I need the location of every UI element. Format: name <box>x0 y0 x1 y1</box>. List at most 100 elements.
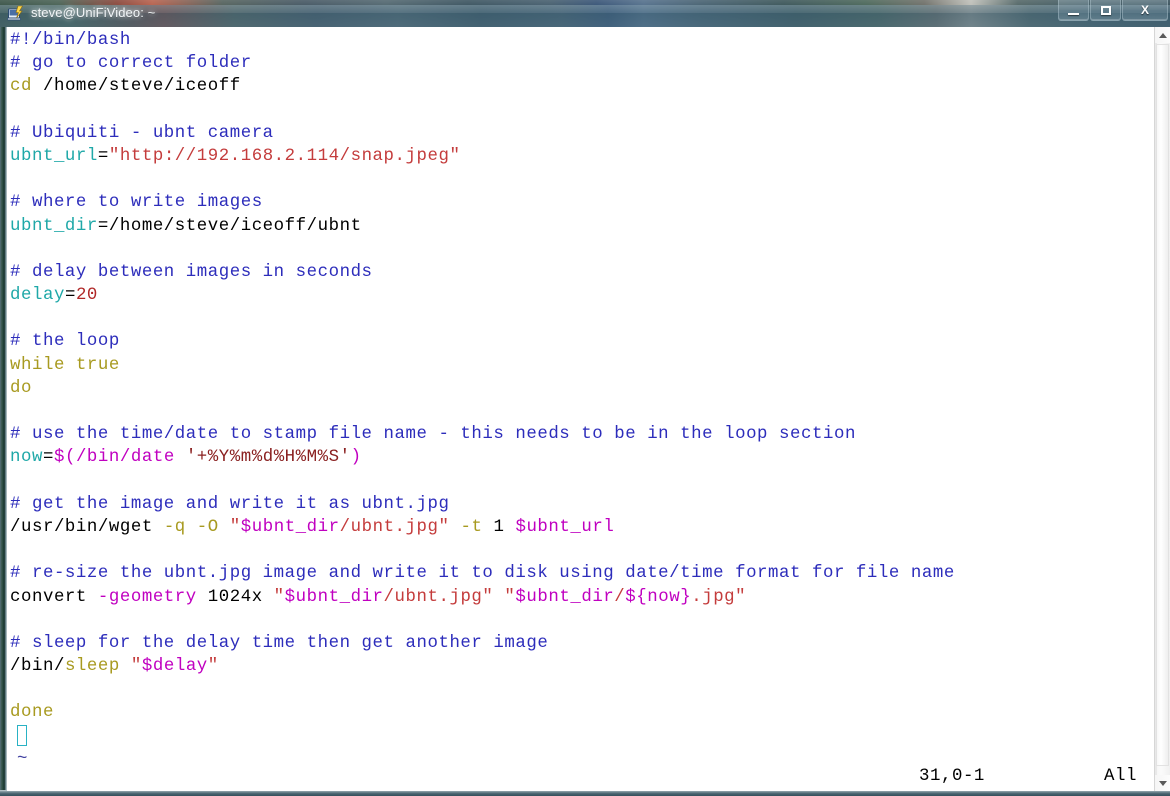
code-token: cd <box>10 77 32 96</box>
code-line: ubnt_url="http://192.168.2.114/snap.jpeg… <box>10 145 1154 168</box>
code-token: " <box>274 588 285 607</box>
code-token: # sleep for the delay time then get anot… <box>10 634 548 653</box>
code-line: do <box>10 377 1154 400</box>
window-titlebar[interactable]: steve@UniFiVideo: ~ X <box>0 0 1170 28</box>
maximize-button[interactable] <box>1090 0 1121 21</box>
code-token: # re-size the ubnt.jpg image and write i… <box>10 564 955 583</box>
code-line <box>10 99 1154 122</box>
code-token: " <box>208 657 219 676</box>
code-token: delay <box>10 286 65 305</box>
code-token: # where to write images <box>10 193 263 212</box>
text-cursor <box>17 725 27 746</box>
code-token <box>120 657 131 676</box>
code-token: /usr/bin/wget <box>10 518 164 537</box>
close-button[interactable]: X <box>1122 0 1168 21</box>
scroll-down-button[interactable] <box>1155 775 1170 791</box>
code-line: now=$(/bin/date '+%Y%m%d%H%M%S') <box>10 446 1154 469</box>
code-token: # delay between images in seconds <box>10 263 373 282</box>
code-token: 20 <box>76 286 98 305</box>
scroll-up-arrow-icon <box>1159 33 1167 38</box>
cursor-position-indicator: 31,0-1 <box>919 767 985 786</box>
code-token: -q -O <box>164 518 219 537</box>
code-token: 1024x <box>197 588 274 607</box>
code-line: # where to write images <box>10 191 1154 214</box>
code-token <box>219 518 230 537</box>
code-token: 1 <box>482 518 515 537</box>
code-line: #!/bin/bash <box>10 29 1154 52</box>
close-icon: X <box>1141 4 1149 16</box>
code-token: " <box>131 657 142 676</box>
code-line <box>10 400 1154 423</box>
code-token: .jpg" <box>691 588 746 607</box>
caption-buttons: X <box>1057 0 1168 21</box>
desktop-blur-stripe <box>0 0 1170 5</box>
code-token: # get the image and write it as ubnt.jpg <box>10 495 449 514</box>
code-token: / <box>614 588 625 607</box>
code-token: =/home/steve/iceoff/ubnt <box>98 217 362 236</box>
code-line <box>10 238 1154 261</box>
code-token <box>450 518 461 537</box>
code-token: " <box>230 518 241 537</box>
code-token: $ubnt_dir <box>515 588 614 607</box>
code-line: # sleep for the delay time then get anot… <box>10 632 1154 655</box>
code-token: now <box>10 448 43 467</box>
code-token: /home/steve/iceoff <box>32 77 241 96</box>
code-token: " <box>504 588 515 607</box>
code-token: ${now} <box>625 588 691 607</box>
code-line: convert -geometry 1024x "$ubnt_dir/ubnt.… <box>10 586 1154 609</box>
putty-terminal-icon <box>7 5 24 22</box>
code-token: # Ubiquiti - ubnt camera <box>10 124 274 143</box>
code-token: done <box>10 703 54 722</box>
code-line: # Ubiquiti - ubnt camera <box>10 122 1154 145</box>
code-token: $ubnt_url <box>515 518 614 537</box>
code-line: done <box>10 701 1154 724</box>
code-line: # re-size the ubnt.jpg image and write i… <box>10 562 1154 585</box>
code-token: $ubnt_dir <box>285 588 384 607</box>
code-token: ) <box>351 448 362 467</box>
code-line: # the loop <box>10 330 1154 353</box>
scroll-percent-indicator: All <box>1104 767 1137 786</box>
terminal-screen[interactable]: #!/bin/bash # go to correct folder cd /hom… <box>7 27 1154 791</box>
code-token: = <box>43 448 54 467</box>
code-token <box>493 588 504 607</box>
code-line: while true <box>10 354 1154 377</box>
vim-status-line: 31,0-1 All <box>7 765 1154 790</box>
scrollbar-thumb[interactable] <box>1156 44 1169 766</box>
code-token: ubnt_dir <box>10 217 98 236</box>
minimize-button[interactable] <box>1058 0 1089 21</box>
vertical-scrollbar[interactable] <box>1154 27 1170 791</box>
scroll-up-button[interactable] <box>1155 27 1170 43</box>
code-line <box>10 678 1154 701</box>
vim-buffer[interactable]: #!/bin/bash # go to correct folder cd /hom… <box>10 29 1154 725</box>
window-left-border <box>0 27 7 796</box>
minimize-icon <box>1068 13 1079 15</box>
code-line: /usr/bin/wget -q -O "$ubnt_dir/ubnt.jpg"… <box>10 516 1154 539</box>
code-line: # go to correct folder <box>10 52 1154 75</box>
code-token: while true <box>10 356 120 375</box>
code-token: -t <box>461 518 483 537</box>
code-token: # use the time/date to stamp file name -… <box>10 425 856 444</box>
code-token: ubnt_url <box>10 147 98 166</box>
code-token: $(/bin/date <box>54 448 186 467</box>
code-token: convert <box>10 588 98 607</box>
code-token: /ubnt.jpg" <box>340 518 450 537</box>
code-line: ubnt_dir=/home/steve/iceoff/ubnt <box>10 215 1154 238</box>
code-token: # go to correct folder <box>10 54 252 73</box>
code-line: /bin/sleep "$delay" <box>10 655 1154 678</box>
maximize-icon <box>1101 6 1111 15</box>
code-token: /ubnt.jpg" <box>384 588 494 607</box>
code-token: $ubnt_dir <box>241 518 340 537</box>
code-token: do <box>10 379 32 398</box>
code-token: '+%Y%m%d%H%M%S' <box>186 448 351 467</box>
code-line: # get the image and write it as ubnt.jpg <box>10 493 1154 516</box>
code-token: -geometry <box>98 588 197 607</box>
code-token: # the loop <box>10 332 120 351</box>
code-token: "http://192.168.2.114/snap.jpeg" <box>109 147 461 166</box>
code-token: = <box>98 147 109 166</box>
scroll-down-arrow-icon <box>1159 781 1167 786</box>
code-line <box>10 168 1154 191</box>
code-line <box>10 470 1154 493</box>
terminal-window: steve@UniFiVideo: ~ X #!/bin/bash # go to… <box>0 0 1170 796</box>
code-line <box>10 609 1154 632</box>
code-token: /bin/ <box>10 657 65 676</box>
